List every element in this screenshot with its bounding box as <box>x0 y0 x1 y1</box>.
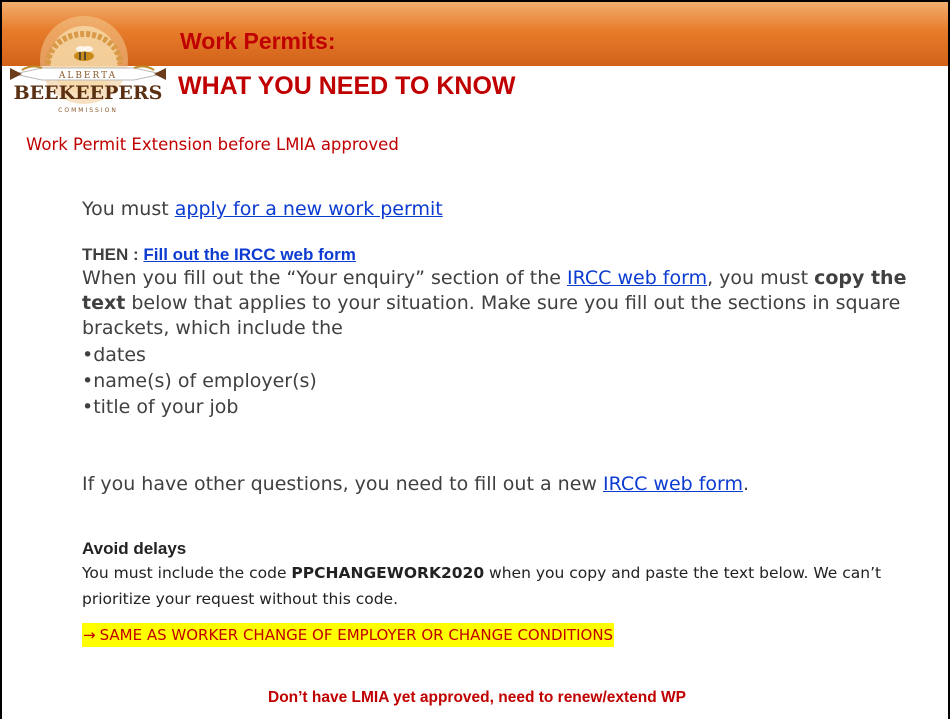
apply-prefix: You must <box>82 198 175 220</box>
highlighted-note: → SAME AS WORKER CHANGE OF EMPLOYER OR CH… <box>82 623 615 647</box>
list-item: •name(s) of employer(s) <box>82 370 317 392</box>
slide: ALBERTA BEEKEEPERS COMMISSION Work Permi… <box>0 0 950 719</box>
apply-paragraph: You must apply for a new work permit <box>82 198 443 220</box>
title-line-2: WHAT YOU NEED TO KNOW <box>178 72 516 100</box>
enquiry-paragraph: When you fill out the “Your enquiry” sec… <box>82 266 922 341</box>
avoid-delays-heading: Avoid delays <box>82 539 187 558</box>
apply-new-work-permit-link[interactable]: apply for a new work permit <box>175 198 443 220</box>
enquiry-text-1: When you fill out the “Your enquiry” sec… <box>82 267 568 289</box>
list-item: •title of your job <box>82 396 239 418</box>
arrow-right-icon: → <box>83 626 96 644</box>
alberta-beekeepers-logo: ALBERTA BEEKEEPERS COMMISSION <box>10 16 166 114</box>
list-item: •dates <box>82 344 146 366</box>
priority-code: PPCHANGEWORK2020 <box>291 564 485 582</box>
avoid-delays-body: You must include the code PPCHANGEWORK20… <box>82 560 882 612</box>
then-prefix: THEN : <box>82 245 144 264</box>
ircc-web-form-link-2[interactable]: IRCC web form <box>603 473 743 495</box>
title-line-1: Work Permits: <box>180 28 336 54</box>
requirements-list: •dates •name(s) of employer(s) •title of… <box>82 342 317 420</box>
fill-out-ircc-form-link[interactable]: Fill out the IRCC web form <box>143 245 356 264</box>
ircc-web-form-link[interactable]: IRCC web form <box>567 267 707 289</box>
other-questions-suffix: . <box>743 473 750 495</box>
other-questions-text: If you have other questions, you need to… <box>82 473 603 495</box>
other-questions-paragraph: If you have other questions, you need to… <box>82 473 749 495</box>
enquiry-text-3: below that applies to your situation. Ma… <box>82 292 901 339</box>
bottom-note: Don’t have LMIA yet approved, need to re… <box>268 689 686 706</box>
svg-text:BEEKEEPERS: BEEKEEPERS <box>14 82 163 104</box>
svg-text:COMMISSION: COMMISSION <box>58 107 118 114</box>
enquiry-text-2: , you must <box>707 267 815 289</box>
then-line: THEN : Fill out the IRCC web form <box>82 245 356 265</box>
bee-icon <box>74 46 94 61</box>
svg-text:ALBERTA: ALBERTA <box>58 71 117 81</box>
avoid-delays-text-1: You must include the code <box>82 564 292 582</box>
highlighted-note-text: SAME AS WORKER CHANGE OF EMPLOYER OR CHA… <box>99 626 614 644</box>
slide-subtitle: Work Permit Extension before LMIA approv… <box>26 135 399 154</box>
